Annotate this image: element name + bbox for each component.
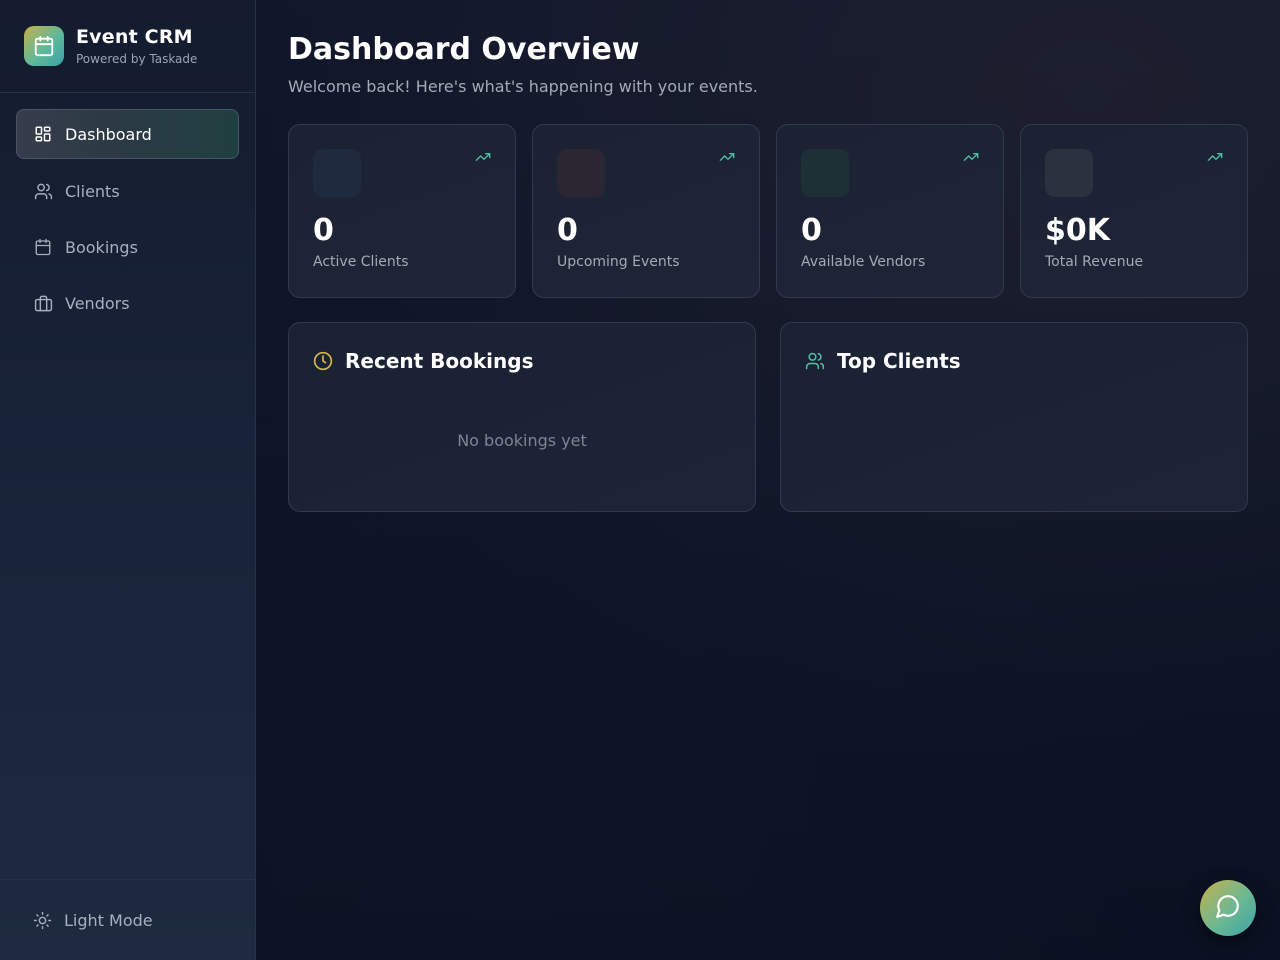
stat-value: $0K bbox=[1045, 213, 1110, 248]
trending-up-icon bbox=[719, 149, 735, 165]
page-title: Dashboard Overview bbox=[288, 32, 640, 67]
layout-grid-icon bbox=[33, 124, 53, 144]
panel-header: Recent Bookings bbox=[313, 347, 731, 375]
users-icon bbox=[33, 181, 53, 201]
sidebar-item-label: Clients bbox=[65, 181, 120, 201]
sidebar-item-vendors[interactable]: Vendors bbox=[16, 279, 239, 327]
panel-title: Recent Bookings bbox=[345, 349, 534, 373]
panels-row: Recent Bookings No bookings yet Top Clie… bbox=[288, 322, 1248, 512]
light-mode-toggle[interactable]: Light Mode bbox=[16, 896, 239, 944]
stat-value: 0 bbox=[801, 213, 822, 248]
sidebar-item-label: Vendors bbox=[65, 293, 130, 313]
sidebar-item-label: Bookings bbox=[65, 237, 138, 257]
stat-card-available-vendors: 0 Available Vendors bbox=[776, 124, 1004, 298]
empty-state-message: No bookings yet bbox=[457, 431, 587, 450]
stat-label: Upcoming Events bbox=[557, 254, 680, 270]
sidebar: Event CRM Powered by Taskade Dashboard C… bbox=[0, 0, 256, 960]
sidebar-nav: Dashboard Clients Bookings Vendors bbox=[0, 93, 255, 351]
sidebar-item-clients[interactable]: Clients bbox=[16, 167, 239, 215]
sidebar-item-bookings[interactable]: Bookings bbox=[16, 223, 239, 271]
sun-icon bbox=[32, 910, 52, 930]
trending-up-icon bbox=[475, 149, 491, 165]
chat-button[interactable] bbox=[1200, 880, 1256, 936]
page-subtitle: Welcome back! Here's what's happening wi… bbox=[288, 77, 758, 96]
stat-value: 0 bbox=[557, 213, 578, 248]
panel-header: Top Clients bbox=[805, 347, 1223, 375]
recent-bookings-panel: Recent Bookings No bookings yet bbox=[288, 322, 756, 512]
stat-label: Available Vendors bbox=[801, 254, 926, 270]
stat-card-upcoming-events: 0 Upcoming Events bbox=[532, 124, 760, 298]
stat-icon-box bbox=[557, 149, 605, 197]
sidebar-item-dashboard[interactable]: Dashboard bbox=[16, 109, 239, 159]
light-mode-label: Light Mode bbox=[64, 910, 153, 930]
clock-icon bbox=[313, 351, 333, 371]
brand-title: Event CRM bbox=[76, 26, 193, 48]
sidebar-footer: Light Mode bbox=[0, 879, 255, 960]
message-circle-icon bbox=[1215, 893, 1241, 923]
main-content: Dashboard Overview Welcome back! Here's … bbox=[288, 0, 1248, 512]
stat-icon-box bbox=[801, 149, 849, 197]
top-clients-panel: Top Clients bbox=[780, 322, 1248, 512]
calendar-icon bbox=[33, 237, 53, 257]
users-icon bbox=[805, 351, 825, 371]
stat-card-active-clients: 0 Active Clients bbox=[288, 124, 516, 298]
stats-row: 0 Active Clients 0 Upcoming Events 0 Ava… bbox=[288, 124, 1248, 298]
stat-label: Total Revenue bbox=[1045, 254, 1144, 270]
trending-up-icon bbox=[1207, 149, 1223, 165]
stat-icon-box bbox=[1045, 149, 1093, 197]
stat-value: 0 bbox=[313, 213, 334, 248]
brand-subtitle: Powered by Taskade bbox=[76, 52, 198, 66]
app-root: Event CRM Powered by Taskade Dashboard C… bbox=[0, 0, 1280, 960]
panel-title: Top Clients bbox=[837, 349, 961, 373]
sidebar-item-label: Dashboard bbox=[65, 124, 152, 144]
stat-card-total-revenue: $0K Total Revenue bbox=[1020, 124, 1248, 298]
brand-text: Event CRM Powered by Taskade bbox=[76, 25, 197, 67]
trending-up-icon bbox=[963, 149, 979, 165]
brand-header: Event CRM Powered by Taskade bbox=[0, 0, 255, 93]
stat-label: Active Clients bbox=[313, 254, 409, 270]
calendar-logo-icon bbox=[24, 26, 64, 66]
stat-icon-box bbox=[313, 149, 361, 197]
briefcase-icon bbox=[33, 293, 53, 313]
